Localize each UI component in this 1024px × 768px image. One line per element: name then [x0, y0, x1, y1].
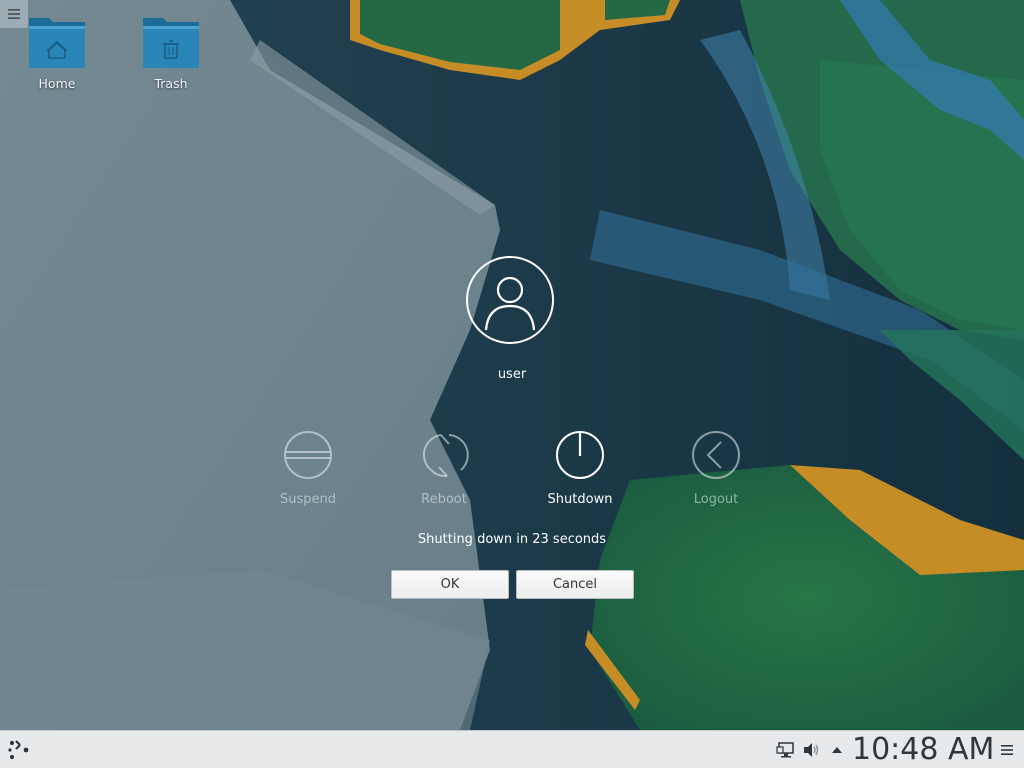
- taskbar-panel: 10:48 AM: [0, 730, 1024, 768]
- desktop-icon-label: Trash: [154, 76, 188, 91]
- reboot-button[interactable]: Reboot: [384, 430, 504, 507]
- user-avatar: [466, 256, 554, 344]
- desktop-icon-trash[interactable]: Trash: [126, 14, 216, 91]
- reboot-icon: [422, 434, 469, 478]
- shutdown-countdown: Shutting down in 23 seconds: [417, 532, 607, 547]
- home-folder-icon: [29, 18, 85, 68]
- user-icon: [484, 276, 536, 331]
- expand-tray-arrow-icon[interactable]: [827, 740, 847, 760]
- suspend-label: Suspend: [279, 492, 336, 507]
- desktop-icon-label: Home: [38, 76, 76, 91]
- plasma-launcher-icon[interactable]: [6, 737, 32, 763]
- logout-arrow-icon: [692, 431, 740, 479]
- suspend-icon: [284, 431, 332, 479]
- logout-label: Logout: [693, 492, 739, 507]
- network-icon[interactable]: [776, 740, 796, 760]
- ok-button[interactable]: OK: [391, 570, 509, 599]
- panel-options-icon[interactable]: [999, 742, 1015, 758]
- shutdown-label: Shutdown: [547, 492, 613, 507]
- reboot-label: Reboot: [421, 492, 467, 507]
- digital-clock[interactable]: 10:48 AM: [852, 732, 994, 768]
- volume-icon[interactable]: [801, 740, 821, 760]
- suspend-button[interactable]: Suspend: [248, 430, 368, 507]
- username: user: [497, 367, 527, 382]
- logout-button[interactable]: Logout: [656, 430, 776, 507]
- power-icon: [556, 431, 604, 479]
- cancel-button[interactable]: Cancel: [516, 570, 634, 599]
- desktop-icon-home[interactable]: Home: [12, 14, 102, 91]
- logout-overlay: [0, 0, 1024, 730]
- trash-folder-icon: [143, 18, 199, 68]
- shutdown-button[interactable]: Shutdown: [520, 430, 640, 507]
